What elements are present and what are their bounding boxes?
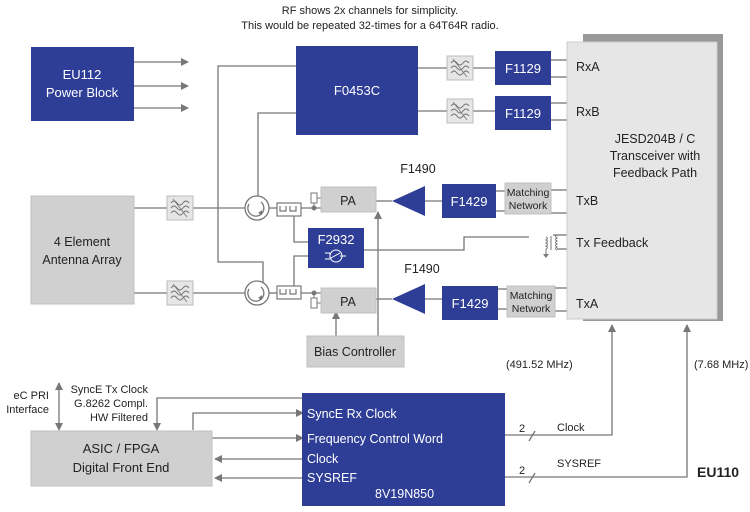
clock-chip-port-fcw: Frequency Control Word: [307, 432, 443, 446]
pa-top-label: PA: [340, 194, 356, 208]
f1490-top-amplifier-icon[interactable]: [392, 186, 425, 216]
f1429-top-label: F1429: [451, 194, 488, 209]
matching-top-line-1: Matching: [507, 187, 550, 199]
clock-chip-part-number: 8V19N850: [375, 487, 434, 501]
tx-filter-a-icon: [166, 195, 194, 221]
sysref-frequency-label: (7.68 MHz): [694, 359, 748, 371]
f1129-b-label: F1129: [505, 106, 541, 121]
f2932-block[interactable]: F2932: [308, 228, 364, 268]
f1429-top-block[interactable]: F1429: [442, 184, 496, 218]
matching-top-line-2: Network: [509, 200, 548, 212]
transceiver-line-2: Transceiver with: [610, 149, 701, 163]
transformer-icon: [543, 234, 559, 258]
circulator-bottom-icon: [244, 280, 270, 306]
asic-line-1: ASIC / FPGA: [83, 441, 160, 456]
f2932-label: F2932: [318, 232, 355, 247]
f0453c-label: F0453C: [334, 83, 380, 98]
eu110-label: EU110: [697, 464, 739, 480]
bus-clock-name: Clock: [557, 422, 585, 434]
port-txa: TxA: [576, 297, 599, 311]
synce-label-3: HW Filtered: [90, 412, 148, 424]
clock-frequency-label: (491.52 MHz): [506, 359, 573, 371]
transceiver-block[interactable]: JESD204B / C Transceiver with Feedback P…: [566, 34, 723, 321]
antenna-line-2: Antenna Array: [42, 253, 122, 267]
bias-controller-label: Bias Controller: [314, 345, 396, 359]
port-rxb: RxB: [576, 105, 600, 119]
power-block-subtitle: Power Block: [46, 85, 119, 100]
power-block-title: EU112: [63, 67, 102, 82]
note-line-2: This would be repeated 32-times for a 64…: [241, 20, 498, 32]
transceiver-line-3: Feedback Path: [613, 166, 697, 180]
matching-bottom-line-2: Network: [512, 303, 551, 315]
block-diagram: EU112 Power Block RF shows 2x channels f…: [6, 5, 748, 506]
bias-controller-block[interactable]: Bias Controller: [306, 335, 405, 368]
matching-network-top-block[interactable]: Matching Network: [504, 182, 552, 215]
clock-chip-port-clock: Clock: [307, 452, 339, 466]
antenna-line-1: 4 Element: [54, 235, 111, 249]
f1490-bottom-label: F1490: [404, 262, 439, 276]
f1429-bottom-block[interactable]: F1429: [442, 286, 498, 320]
matching-network-bottom-block[interactable]: Matching Network: [506, 285, 556, 318]
pa-bottom-block[interactable]: PA: [320, 287, 377, 314]
f1490-bottom-amplifier-icon[interactable]: [392, 284, 425, 314]
rx-filter-a-icon: [446, 55, 474, 81]
ecpri-label-1: eC PRI: [14, 390, 49, 402]
note-line-1: RF shows 2x channels for simplicity.: [282, 5, 458, 17]
pa-bottom-label: PA: [340, 295, 356, 309]
f1129-a-block[interactable]: F1129: [495, 51, 551, 85]
bus-sysref-count: 2: [519, 465, 525, 477]
f1129-b-block[interactable]: F1129: [495, 96, 551, 130]
synce-label-1: SyncE Tx Clock: [71, 384, 149, 396]
f0453c-block[interactable]: F0453C: [296, 46, 418, 135]
asic-fpga-block[interactable]: ASIC / FPGA Digital Front End: [30, 430, 213, 487]
matching-bottom-line-1: Matching: [510, 290, 553, 302]
f1129-a-label: F1129: [505, 61, 541, 76]
bus-sysref-name: SYSREF: [557, 458, 601, 470]
rx-filter-b-icon: [446, 98, 474, 124]
transceiver-line-1: JESD204B / C: [615, 132, 696, 146]
pa-top-block[interactable]: PA: [320, 186, 377, 213]
f1490-top-label: F1490: [400, 162, 435, 176]
clock-chip-port-synce-rx: SyncE Rx Clock: [307, 407, 397, 421]
f1429-bottom-label: F1429: [452, 296, 489, 311]
coupler-bottom-icon: [276, 285, 302, 300]
port-txb: TxB: [576, 194, 598, 208]
ecpri-label-2: Interface: [6, 404, 49, 416]
coupler-top-icon: [276, 202, 302, 217]
clock-chip-block[interactable]: SyncE Rx Clock Frequency Control Word Cl…: [302, 393, 505, 506]
port-rxa: RxA: [576, 60, 600, 74]
circulator-top-icon: [244, 195, 270, 221]
synce-label-2: G.8262 Compl.: [74, 398, 148, 410]
clock-chip-port-sysref: SYSREF: [307, 471, 357, 485]
asic-line-2: Digital Front End: [73, 460, 170, 475]
tx-filter-b-icon: [166, 280, 194, 306]
eu112-power-block[interactable]: EU112 Power Block: [31, 47, 134, 121]
port-tx-feedback: Tx Feedback: [576, 236, 649, 250]
antenna-array-block[interactable]: 4 Element Antenna Array: [30, 195, 135, 305]
bus-clock-count: 2: [519, 423, 525, 435]
